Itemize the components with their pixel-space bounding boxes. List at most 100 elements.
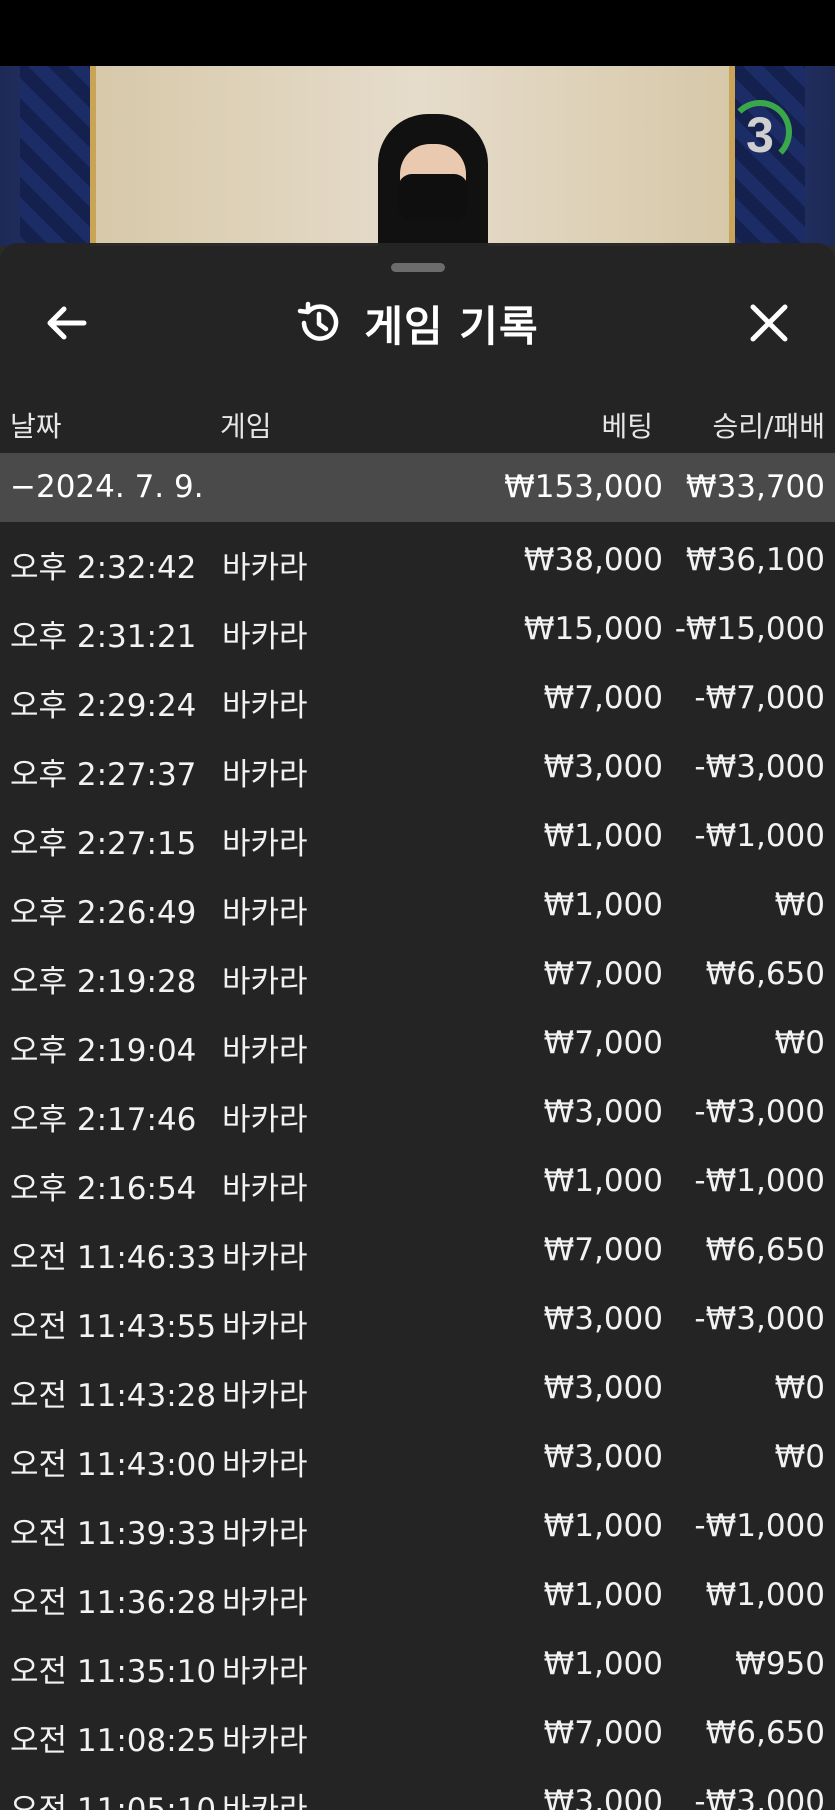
- table-row[interactable]: 오전 11:46:33 바카라 ₩7,000 ₩6,650: [0, 1218, 835, 1287]
- close-button[interactable]: [739, 297, 799, 349]
- row-time: 오후 2:16:54: [10, 1171, 197, 1207]
- history-icon: [298, 301, 339, 341]
- row-bet: ₩7,000: [543, 1232, 663, 1268]
- history-list: 오후 2:32:42 바카라 ₩38,000 ₩36,100 오후 2:31:21 바카라…: [0, 528, 835, 1810]
- back-button[interactable]: [36, 299, 96, 347]
- row-game: 바카라: [222, 1447, 308, 1483]
- row-game: 바카라: [222, 619, 308, 655]
- row-game: 바카라: [222, 1171, 308, 1207]
- row-win-loss: -₩1,000: [694, 1508, 825, 1544]
- row-win-loss: -₩15,000: [674, 611, 825, 647]
- row-bet: ₩1,000: [543, 1646, 663, 1682]
- table-row[interactable]: 오전 11:39:33 바카라 ₩1,000 -₩1,000: [0, 1494, 835, 1563]
- table-row[interactable]: 오후 2:19:04 바카라 ₩7,000 ₩0: [0, 1011, 835, 1080]
- date-group-win-loss-total: ₩33,700: [685, 469, 825, 505]
- row-time: 오전 11:39:33: [10, 1516, 217, 1552]
- table-row[interactable]: 오후 2:17:46 바카라 ₩3,000 -₩3,000: [0, 1080, 835, 1149]
- row-win-loss: -₩3,000: [694, 1784, 825, 1810]
- row-bet: ₩3,000: [543, 1094, 663, 1130]
- row-win-loss: ₩1,000: [705, 1577, 825, 1613]
- row-game: 바카라: [222, 1585, 308, 1621]
- row-win-loss: ₩0: [774, 1025, 825, 1061]
- row-win-loss: ₩6,650: [705, 1715, 825, 1751]
- row-time: 오후 2:17:46: [10, 1102, 197, 1138]
- row-time: 오후 2:27:15: [10, 826, 197, 862]
- sheet-drag-handle[interactable]: [391, 263, 445, 272]
- row-bet: ₩15,000: [523, 611, 663, 647]
- row-game: 바카라: [222, 1654, 308, 1690]
- row-bet: ₩3,000: [543, 1784, 663, 1810]
- table-row[interactable]: 오전 11:43:00 바카라 ₩3,000 ₩0: [0, 1425, 835, 1494]
- table-row[interactable]: 오후 2:19:28 바카라 ₩7,000 ₩6,650: [0, 942, 835, 1011]
- row-bet: ₩7,000: [543, 1025, 663, 1061]
- table-row[interactable]: 오후 2:16:54 바카라 ₩1,000 -₩1,000: [0, 1149, 835, 1218]
- date-group-bet-total: ₩153,000: [504, 469, 663, 505]
- table-row[interactable]: 오전 11:08:25 바카라 ₩7,000 ₩6,650: [0, 1701, 835, 1770]
- row-game: 바카라: [222, 1102, 308, 1138]
- row-game: 바카라: [222, 550, 308, 586]
- column-date: 날짜: [10, 410, 62, 443]
- table-row[interactable]: 오전 11:35:10 바카라 ₩1,000 ₩950: [0, 1632, 835, 1701]
- row-win-loss: ₩6,650: [705, 956, 825, 992]
- table-row[interactable]: 오후 2:27:37 바카라 ₩3,000 -₩3,000: [0, 735, 835, 804]
- row-game: 바카라: [222, 1516, 308, 1552]
- row-game: 바카라: [222, 1033, 308, 1069]
- sheet-title: 게임 기록: [0, 283, 835, 363]
- table-row[interactable]: 오후 2:31:21 바카라 ₩15,000 -₩15,000: [0, 597, 835, 666]
- close-icon: [750, 304, 788, 342]
- row-time: 오전 11:08:25: [10, 1723, 217, 1759]
- date-group-row[interactable]: −2024. 7. 9. ₩153,000 ₩33,700: [0, 453, 835, 522]
- row-win-loss: ₩36,100: [685, 542, 825, 578]
- row-win-loss: ₩0: [774, 887, 825, 923]
- row-bet: ₩38,000: [523, 542, 663, 578]
- row-win-loss: ₩0: [774, 1370, 825, 1406]
- date-group-label: −2024. 7. 9.: [10, 469, 204, 505]
- round-countdown: 3: [728, 100, 792, 164]
- table-row[interactable]: 오후 2:29:24 바카라 ₩7,000 -₩7,000: [0, 666, 835, 735]
- row-game: 바카라: [222, 1309, 308, 1345]
- table-row[interactable]: 오전 11:36:28 바카라 ₩1,000 ₩1,000: [0, 1563, 835, 1632]
- page-title: 게임 기록: [364, 301, 539, 351]
- row-win-loss: -₩1,000: [694, 1163, 825, 1199]
- row-time: 오후 2:27:37: [10, 757, 197, 793]
- row-bet: ₩7,000: [543, 956, 663, 992]
- table-row[interactable]: 오전 11:05:10 바카라 ₩3,000 -₩3,000: [0, 1770, 835, 1810]
- row-game: 바카라: [222, 757, 308, 793]
- row-bet: ₩1,000: [543, 1508, 663, 1544]
- row-bet: ₩7,000: [543, 1715, 663, 1751]
- row-bet: ₩3,000: [543, 1370, 663, 1406]
- sheet-header: 게임 기록: [0, 283, 835, 363]
- row-time: 오전 11:43:55: [10, 1309, 217, 1345]
- row-win-loss: -₩3,000: [694, 1094, 825, 1130]
- row-time: 오전 11:43:28: [10, 1378, 217, 1414]
- row-win-loss: ₩0: [774, 1439, 825, 1475]
- table-row[interactable]: 오후 2:26:49 바카라 ₩1,000 ₩0: [0, 873, 835, 942]
- row-time: 오후 2:19:28: [10, 964, 197, 1000]
- column-win-loss: 승리/패배: [712, 410, 825, 443]
- row-win-loss: -₩1,000: [694, 818, 825, 854]
- row-time: 오후 2:26:49: [10, 895, 197, 931]
- row-game: 바카라: [222, 1723, 308, 1759]
- row-bet: ₩7,000: [543, 680, 663, 716]
- row-bet: ₩1,000: [543, 1577, 663, 1613]
- table-row[interactable]: 오후 2:27:15 바카라 ₩1,000 -₩1,000: [0, 804, 835, 873]
- row-bet: ₩3,000: [543, 749, 663, 785]
- column-game: 게임: [220, 410, 272, 443]
- row-game: 바카라: [222, 1378, 308, 1414]
- status-bar: [0, 0, 835, 66]
- row-time: 오후 2:19:04: [10, 1033, 197, 1069]
- row-bet: ₩1,000: [543, 818, 663, 854]
- row-bet: ₩1,000: [543, 887, 663, 923]
- column-bet: 베팅: [601, 410, 653, 443]
- row-time: 오전 11:05:10: [10, 1792, 217, 1810]
- table-row[interactable]: 오후 2:32:42 바카라 ₩38,000 ₩36,100: [0, 528, 835, 597]
- table-row[interactable]: 오전 11:43:55 바카라 ₩3,000 -₩3,000: [0, 1287, 835, 1356]
- row-time: 오전 11:36:28: [10, 1585, 217, 1621]
- row-win-loss: ₩6,650: [705, 1232, 825, 1268]
- row-win-loss: -₩3,000: [694, 1301, 825, 1337]
- game-history-sheet: 게임 기록 날짜 게임 베팅 승리/패배 −2024. 7. 9. ₩153,0…: [0, 243, 835, 1810]
- table-row[interactable]: 오전 11:43:28 바카라 ₩3,000 ₩0: [0, 1356, 835, 1425]
- dealer-image: [378, 114, 488, 264]
- row-time: 오후 2:32:42: [10, 550, 197, 586]
- countdown-number: 3: [746, 107, 774, 163]
